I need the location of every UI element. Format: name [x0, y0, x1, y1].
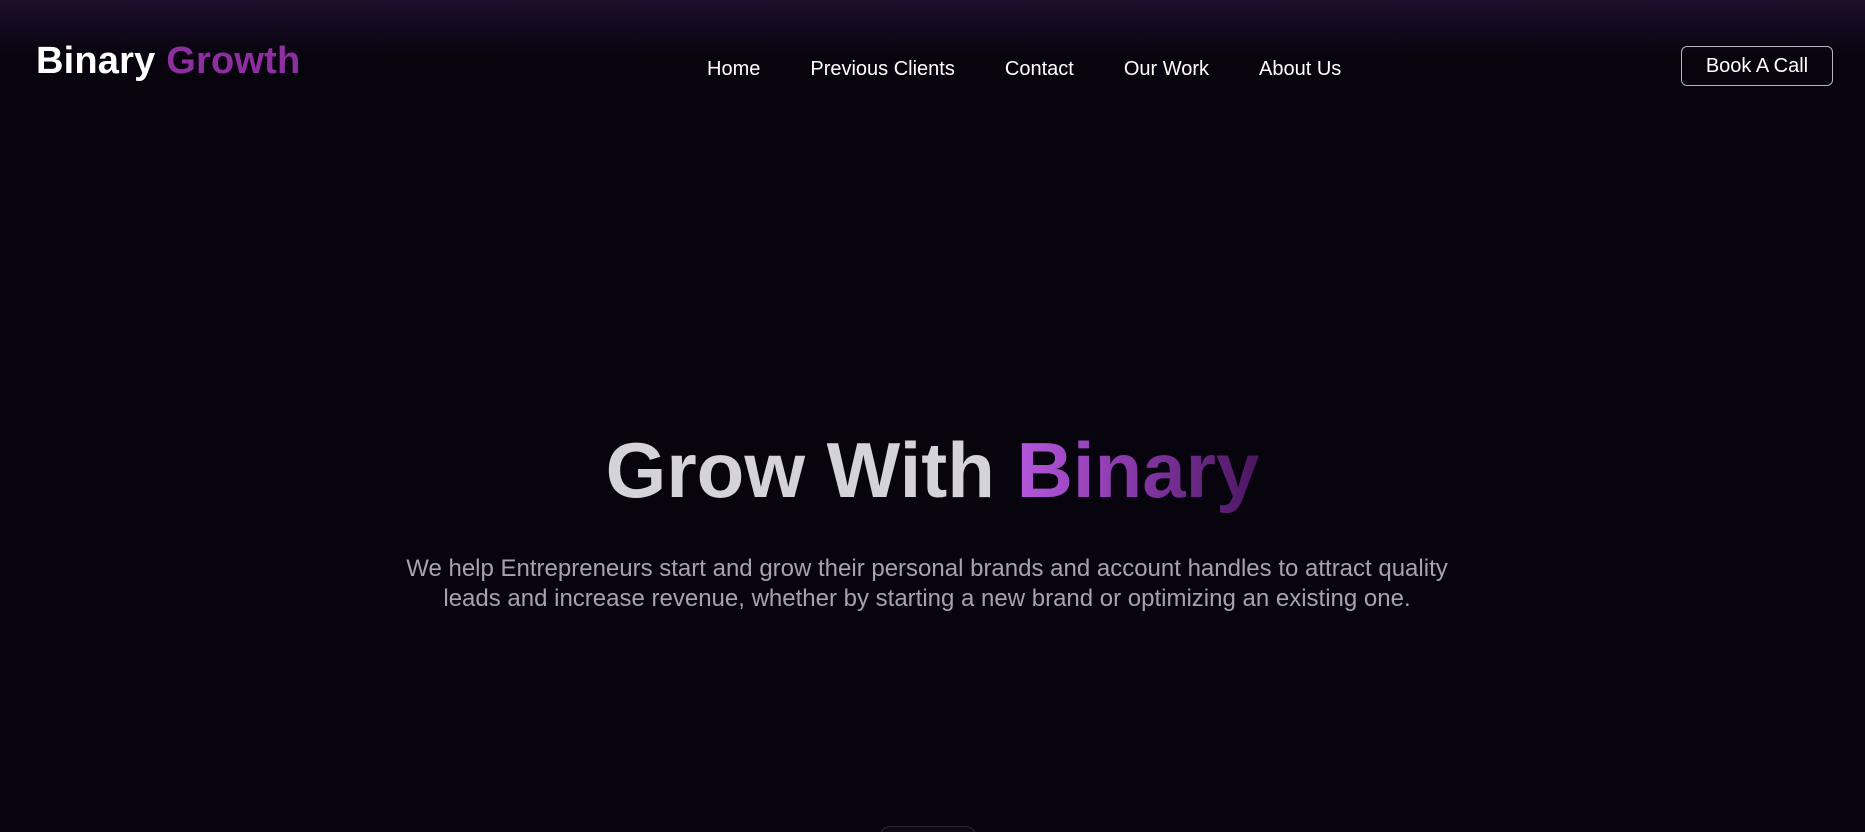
hero-subtitle-line-1: We help Entrepreneurs start and grow the…: [406, 555, 1448, 582]
nav-about-us[interactable]: About Us: [1259, 58, 1341, 81]
hero-subtitle: We help Entrepreneurs start and grow the…: [372, 554, 1482, 614]
hero-title-highlight: Binary: [1016, 426, 1260, 514]
nav-home[interactable]: Home: [707, 58, 760, 81]
logo-word-binary: Binary: [36, 40, 156, 82]
site-logo[interactable]: Binary Growth: [36, 40, 300, 83]
logo-word-growth: Growth: [166, 40, 301, 82]
hero-title-plain: Grow With: [605, 426, 995, 514]
landing-page: Binary Growth Home Previous Clients Cont…: [0, 0, 1865, 832]
nav-our-work[interactable]: Our Work: [1124, 58, 1209, 81]
nav-contact[interactable]: Contact: [1005, 58, 1074, 81]
book-a-call-button[interactable]: Book A Call: [1681, 46, 1833, 86]
main-nav: Home Previous Clients Contact Our Work A…: [707, 58, 1341, 81]
hero-title: Grow With Binary: [0, 428, 1865, 512]
scroll-indicator[interactable]: [880, 826, 976, 832]
nav-previous-clients[interactable]: Previous Clients: [810, 58, 955, 81]
hero-subtitle-line-2: leads and increase revenue, whether by s…: [443, 585, 1411, 612]
